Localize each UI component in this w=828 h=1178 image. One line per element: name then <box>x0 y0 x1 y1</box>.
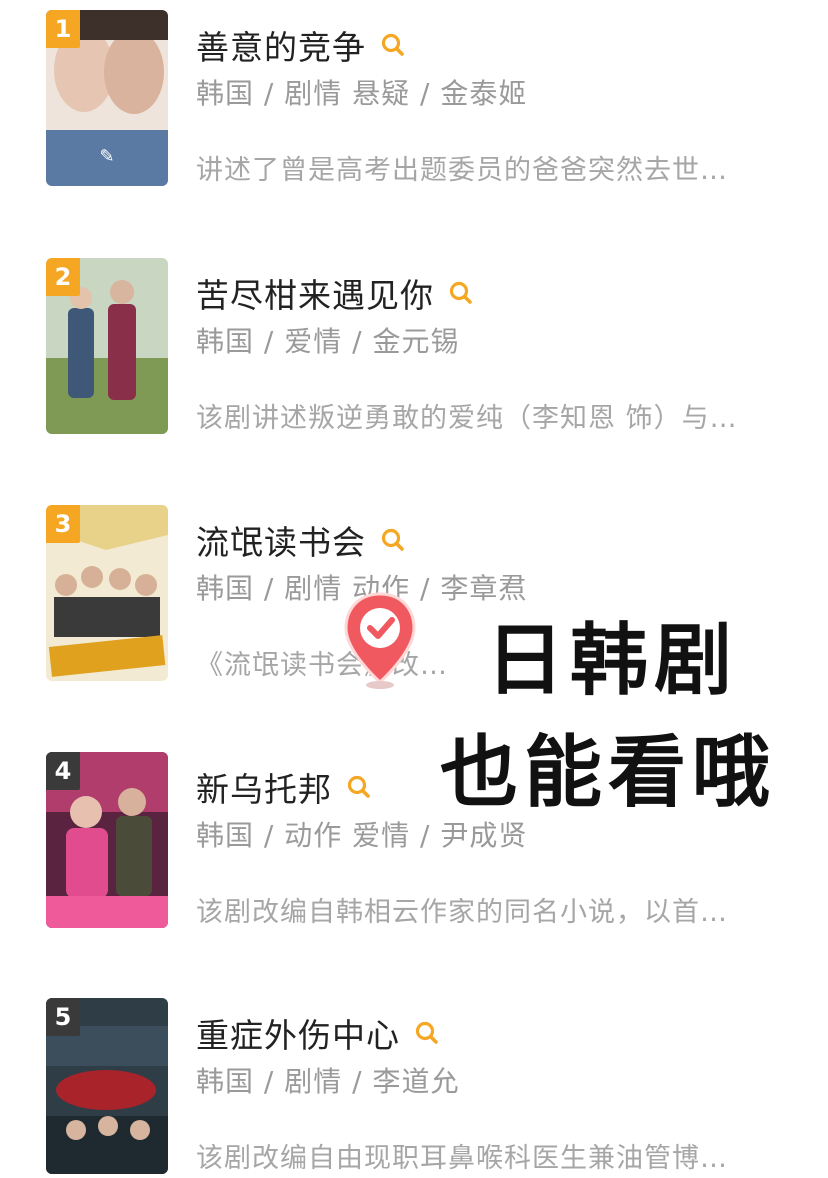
item-description: 该剧改编自由现职耳鼻喉科医生兼油管博… <box>196 1143 728 1174</box>
item-description: 该剧讲述叛逆勇敢的爱纯（李知恩 饰）与… <box>196 403 738 434</box>
item-title[interactable]: 流氓读书会 <box>196 516 366 564</box>
item-description: 《流氓读书会》改编… <box>196 650 466 681</box>
list-item[interactable]: ✎ 1 善意的竞争 韩国 / 剧情 悬疑 / 金泰姬 讲述了曾是高考出题委员的爸… <box>0 10 828 190</box>
item-meta: 韩国 / 剧情 悬疑 / 金泰姬 <box>196 77 528 110</box>
overlay-text-line1: 日韩剧 <box>486 616 739 706</box>
rank-badge: 4 <box>46 752 80 790</box>
list-item[interactable]: 5 重症外伤中心 韩国 / 剧情 / 李道允 该剧改编自由现职耳鼻喉科医生兼油管… <box>0 998 828 1178</box>
search-icon[interactable] <box>380 32 406 58</box>
rank-badge: 2 <box>46 258 80 296</box>
search-icon[interactable] <box>346 774 372 800</box>
search-icon[interactable] <box>380 527 406 553</box>
ranking-list: ✎ 1 善意的竞争 韩国 / 剧情 悬疑 / 金泰姬 讲述了曾是高考出题委员的爸… <box>0 0 828 1178</box>
poster-image[interactable]: 2 <box>46 258 168 434</box>
item-description: 讲述了曾是高考出题委员的爸爸突然去世… <box>196 155 728 186</box>
item-title[interactable]: 善意的竞争 <box>196 21 366 69</box>
rank-badge: 5 <box>46 998 80 1036</box>
item-meta: 韩国 / 爱情 / 金元锡 <box>196 325 460 358</box>
rank-badge: 3 <box>46 505 80 543</box>
item-title[interactable]: 重症外伤中心 <box>196 1009 400 1057</box>
overlay-text-line2: 也能看哦 <box>440 728 777 818</box>
item-title[interactable]: 新乌托邦 <box>196 763 332 811</box>
poster-image[interactable]: 3 <box>46 505 168 681</box>
search-icon[interactable] <box>414 1020 440 1046</box>
poster-image[interactable]: 5 <box>46 998 168 1174</box>
list-item[interactable]: 2 苦尽柑来遇见你 韩国 / 爱情 / 金元锡 该剧讲述叛逆勇敢的爱纯（李知恩 … <box>0 258 828 438</box>
item-meta: 韩国 / 剧情 / 李道允 <box>196 1065 460 1098</box>
item-description: 该剧改编自韩相云作家的同名小说，以首… <box>196 897 728 928</box>
svg-text:✎: ✎ <box>99 146 114 167</box>
rank-badge: 1 <box>46 10 80 48</box>
poster-image[interactable]: ✎ 1 <box>46 10 168 186</box>
check-pin-icon <box>344 592 416 689</box>
poster-image[interactable]: 4 <box>46 752 168 928</box>
item-title[interactable]: 苦尽柑来遇见你 <box>196 269 434 317</box>
search-icon[interactable] <box>448 280 474 306</box>
